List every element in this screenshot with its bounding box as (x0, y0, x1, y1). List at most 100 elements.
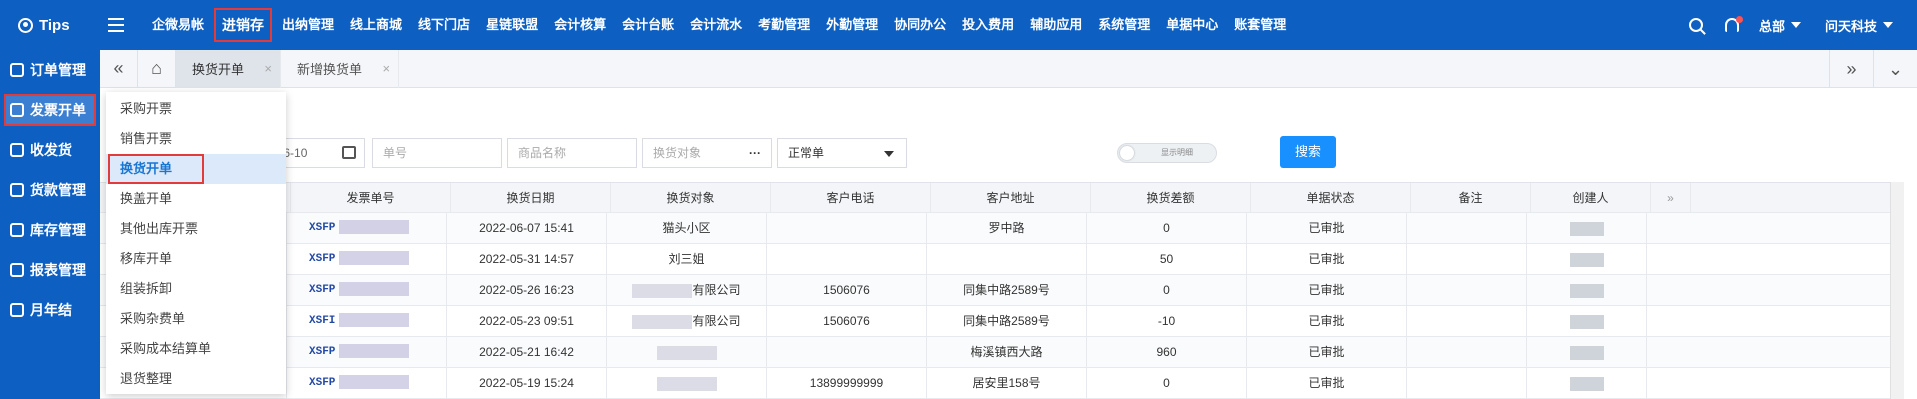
table-row[interactable]: 2052600001XSFP2022-05-26 16:23有限公司150607… (100, 275, 1900, 306)
table-row[interactable]: 2051900008XSFP2022-05-19 15:241389999999… (100, 368, 1900, 399)
table-cell-date: 2022-05-19 15:24 (447, 368, 607, 398)
status-select[interactable]: 正常单 (777, 138, 907, 168)
main-nav: 企微易帐 进销存 出纳管理 线上商城 线下门店 星链联盟 会计核算 会计台账 会计流水 考勤管理外… (144, 0, 1294, 50)
order-no-input[interactable]: 单号 (372, 138, 502, 168)
nav-item[interactable]: 星链联盟 (478, 0, 546, 50)
cell-text: -10 (1157, 314, 1176, 328)
column-header[interactable]: 发票单号 (291, 183, 451, 212)
table-row[interactable]: 2052100001XSFP2022-05-21 16:42梅溪镇西大路960已… (100, 337, 1900, 368)
column-header[interactable]: 客户地址 (931, 183, 1091, 212)
redacted-mask (632, 283, 693, 298)
table-cell-remark (1407, 213, 1527, 243)
redacted-mask (632, 314, 693, 329)
redacted-mask (1569, 252, 1604, 267)
wallet-icon (10, 183, 24, 197)
nav-item[interactable]: 会计台账 (614, 0, 682, 50)
nav-item[interactable]: 线上商城 (342, 0, 410, 50)
column-header[interactable]: 备注 (1411, 183, 1531, 212)
show-details-toggle[interactable]: 显示明细 (1117, 143, 1217, 163)
sidebar-item[interactable]: 库存管理 (0, 210, 100, 250)
invoice-submenu: 采购开票 销售开票 换货开单 换盖开单 其他出库开票移库开单组装拆卸 采购杂费单 采购成本结… (106, 92, 286, 394)
column-header[interactable]: 换货日期 (451, 183, 611, 212)
sidebar-item-label: 货款管理 (30, 182, 86, 198)
submenu-item[interactable]: 移库开单 (106, 244, 286, 274)
table-cell-invoice-no[interactable]: XSFP (287, 337, 447, 367)
submenu-item[interactable]: 采购杂费单 (106, 304, 286, 334)
submenu-item[interactable]: 其他出库开票 (106, 214, 286, 244)
submenu-item[interactable]: 换盖开单 (106, 184, 286, 214)
logo[interactable]: Tips (0, 17, 108, 34)
tab[interactable]: 换货开单 × (176, 49, 282, 88)
redacted-mask (339, 251, 410, 266)
close-icon[interactable]: × (382, 61, 390, 76)
menu-toggle-icon[interactable] (108, 18, 124, 32)
cell-text: XSFP (309, 377, 336, 389)
sidebar-item[interactable]: 月年结 (0, 290, 100, 330)
column-header[interactable]: 换货对象 (611, 183, 771, 212)
cell-text: 0 (1163, 221, 1170, 235)
nav-item[interactable]: 企微易帐 (144, 0, 212, 50)
nav-item[interactable]: 投入费用 (954, 0, 1022, 50)
cell-text: 同集中路2589号 (963, 283, 1050, 297)
column-settings-icon[interactable]: » (1651, 183, 1691, 212)
table-row[interactable]: 2060700001XSFP2022-06-07 15:41猫头小区罗中路0已审… (100, 213, 1900, 244)
nav-item[interactable]: 出纳管理 (274, 0, 342, 50)
sidebar-item[interactable]: 货款管理 (0, 170, 100, 210)
submenu-item[interactable]: 退货整理 (106, 364, 286, 394)
submenu-item[interactable]: 销售开票 (106, 124, 286, 154)
submenu-item[interactable]: 采购开票 (106, 94, 286, 124)
double-chevron-left-icon[interactable]: « (100, 49, 138, 88)
table-cell-invoice-no[interactable]: XSFP (287, 275, 447, 305)
column-header[interactable]: 创建人 (1531, 183, 1651, 212)
sidebar-item[interactable]: 发票开单 (4, 94, 96, 126)
sidebar-item-label: 发票开单 (30, 102, 86, 118)
submenu-item[interactable]: 换货开单 (106, 154, 286, 184)
vertical-scrollbar[interactable] (1890, 182, 1904, 399)
nav-item[interactable]: 账套管理 (1226, 0, 1294, 50)
column-header[interactable]: 换货差额 (1091, 183, 1251, 212)
nav-item[interactable]: 会计流水 (682, 0, 750, 50)
nav-item[interactable]: 考勤管理 (750, 0, 818, 50)
bell-icon[interactable] (1724, 16, 1743, 32)
nav-item[interactable]: 协同办公 (886, 0, 954, 50)
table-row[interactable]: 2052300001XSFI2022-05-23 09:51有限公司150607… (100, 306, 1900, 337)
search-icon[interactable] (1688, 18, 1703, 32)
org-switcher[interactable]: 总部 (1759, 16, 1801, 35)
table-cell-status: 已审批 (1247, 275, 1407, 305)
search-button[interactable]: 搜索 (1280, 136, 1336, 168)
table-row[interactable]: 2053100001XSFP2022-05-31 14:57刘三姐50已审批 (100, 244, 1900, 275)
company-switcher[interactable]: 问天科技 (1825, 16, 1893, 35)
product-name-input[interactable]: 商品名称 (507, 138, 637, 168)
nav-item[interactable]: 外勤管理 (818, 0, 886, 50)
table-cell-invoice-no[interactable]: XSFP (287, 213, 447, 243)
submenu-item-label: 移库开单 (120, 251, 173, 266)
more-icon[interactable]: ··· (749, 139, 761, 167)
sidebar-item[interactable]: 报表管理 (0, 250, 100, 290)
nav-item[interactable]: 进销存 (214, 8, 273, 42)
nav-item[interactable]: 辅助应用 (1022, 0, 1090, 50)
table-cell-invoice-no[interactable]: XSFP (287, 368, 447, 398)
sidebar-item[interactable]: 订单管理 (0, 50, 100, 90)
double-chevron-right-icon[interactable]: » (1829, 50, 1873, 88)
submenu-item[interactable]: 采购成本结算单 (106, 334, 286, 364)
tab[interactable]: 新增换货单 × (281, 49, 400, 88)
nav-item[interactable]: 线下门店 (410, 0, 478, 50)
table-cell-remark (1407, 275, 1527, 305)
sidebar-item[interactable]: 收发货 (0, 130, 100, 170)
table-cell-invoice-no[interactable]: XSFI (287, 306, 447, 336)
chevron-down-icon[interactable]: ⌄ (1873, 50, 1917, 88)
calendar-icon[interactable] (342, 146, 356, 159)
nav-item[interactable]: 单据中心 (1158, 0, 1226, 50)
table-cell-invoice-no[interactable]: XSFP (287, 244, 447, 274)
column-header[interactable]: 单据状态 (1251, 183, 1411, 212)
nav-item[interactable]: 会计核算 (546, 0, 614, 50)
close-icon[interactable]: × (264, 61, 272, 76)
tab-label: 换货开单 (192, 62, 245, 77)
home-icon[interactable]: ⌂ (138, 49, 176, 88)
nav-item[interactable]: 系统管理 (1090, 0, 1158, 50)
exchange-target-input[interactable]: 换货对象 ··· (642, 138, 772, 168)
redacted-mask (1569, 345, 1604, 360)
table-cell-date: 2022-05-23 09:51 (447, 306, 607, 336)
column-header[interactable]: 客户电话 (771, 183, 931, 212)
submenu-item[interactable]: 组装拆卸 (106, 274, 286, 304)
